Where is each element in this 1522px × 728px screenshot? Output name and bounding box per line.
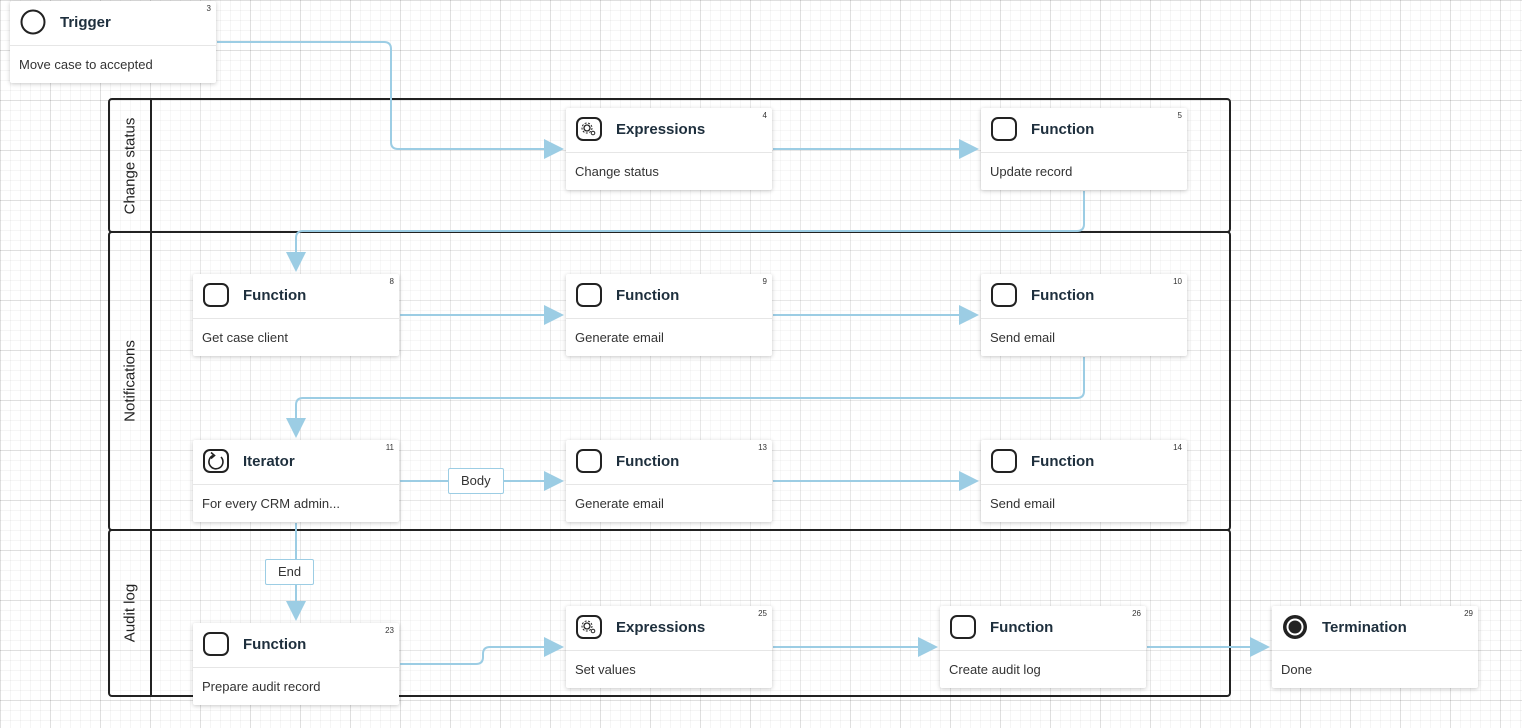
- node-number: 14: [1173, 443, 1182, 452]
- node-header: Function 23: [193, 623, 399, 668]
- node-title: Function: [1031, 287, 1095, 304]
- node-header: Function 10: [981, 274, 1187, 319]
- edge-update-record-to-get-case-client[interactable]: [286, 191, 1085, 272]
- node-description: Move case to accepted: [19, 57, 153, 72]
- node-number: 5: [1177, 111, 1182, 120]
- node-termination[interactable]: Termination 29 Done: [1272, 606, 1478, 688]
- node-description: Send email: [990, 496, 1056, 511]
- edge-trigger-to-expressions[interactable]: [217, 41, 564, 159]
- node-header: Function 14: [981, 440, 1187, 485]
- edge-prepare-audit-record-to-set-values[interactable]: [400, 637, 564, 665]
- node-description: Done: [1281, 662, 1313, 677]
- node-title: Trigger: [60, 14, 111, 31]
- node-number: 3: [206, 4, 211, 13]
- node-description: For every CRM admin...: [202, 496, 340, 511]
- node-function-generate-email-2[interactable]: Function 13 Generate email: [566, 440, 772, 522]
- node-number: 4: [762, 111, 767, 120]
- node-function-generate-email[interactable]: Function 9 Generate email: [566, 274, 772, 356]
- node-header: Function 8: [193, 274, 399, 319]
- node-title: Function: [990, 619, 1054, 636]
- node-description: Update record: [990, 164, 1073, 179]
- node-title: Expressions: [616, 121, 706, 138]
- node-number: 25: [758, 609, 767, 618]
- node-title: Termination: [1322, 619, 1407, 636]
- node-description: Generate email: [575, 330, 664, 345]
- node-description: Get case client: [202, 330, 288, 345]
- node-description: Create audit log: [949, 662, 1041, 677]
- node-description: Prepare audit record: [202, 679, 321, 694]
- node-expressions-change-status[interactable]: Expressions 4 Change status: [566, 108, 772, 190]
- node-title: Function: [243, 636, 307, 653]
- node-header: Trigger 3: [10, 1, 216, 46]
- node-header: Function 9: [566, 274, 772, 319]
- node-title: Function: [1031, 453, 1095, 470]
- node-function-prepare-audit-record[interactable]: Function 23 Prepare audit record: [193, 623, 399, 705]
- node-header: Iterator 11: [193, 440, 399, 485]
- node-title: Function: [243, 287, 307, 304]
- node-number: 23: [385, 626, 394, 635]
- node-function-get-case-client[interactable]: Function 8 Get case client: [193, 274, 399, 356]
- node-header: Function 5: [981, 108, 1187, 153]
- node-number: 11: [385, 443, 394, 452]
- node-function-send-email[interactable]: Function 10 Send email: [981, 274, 1187, 356]
- node-number: 29: [1464, 609, 1473, 618]
- node-title: Expressions: [616, 619, 706, 636]
- node-header: Expressions 4: [566, 108, 772, 153]
- node-number: 26: [1132, 609, 1141, 618]
- node-function-send-email-2[interactable]: Function 14 Send email: [981, 440, 1187, 522]
- node-title: Function: [616, 453, 680, 470]
- node-title: Iterator: [243, 453, 295, 470]
- node-header: Function 26: [940, 606, 1146, 651]
- node-number: 8: [389, 277, 394, 286]
- node-title: Function: [616, 287, 680, 304]
- node-function-update-record[interactable]: Function 5 Update record: [981, 108, 1187, 190]
- node-header: Expressions 25: [566, 606, 772, 651]
- edge-send-email-to-iterator[interactable]: [286, 357, 1085, 438]
- node-title: Function: [1031, 121, 1095, 138]
- edge-label-body[interactable]: Body: [448, 468, 504, 494]
- node-description: Change status: [575, 164, 659, 179]
- node-description: Set values: [575, 662, 636, 677]
- node-number: 10: [1173, 277, 1182, 286]
- node-expressions-set-values[interactable]: Expressions 25 Set values: [566, 606, 772, 688]
- node-number: 9: [762, 277, 767, 286]
- node-header: Function 13: [566, 440, 772, 485]
- node-description: Send email: [990, 330, 1056, 345]
- node-iterator[interactable]: Iterator 11 For every CRM admin...: [193, 440, 399, 522]
- node-number: 13: [758, 443, 767, 452]
- node-function-create-audit-log[interactable]: Function 26 Create audit log: [940, 606, 1146, 688]
- node-trigger[interactable]: Trigger 3 Move case to accepted: [10, 1, 216, 83]
- node-description: Generate email: [575, 496, 664, 511]
- node-header: Termination 29: [1272, 606, 1478, 651]
- edge-label-end[interactable]: End: [265, 559, 315, 585]
